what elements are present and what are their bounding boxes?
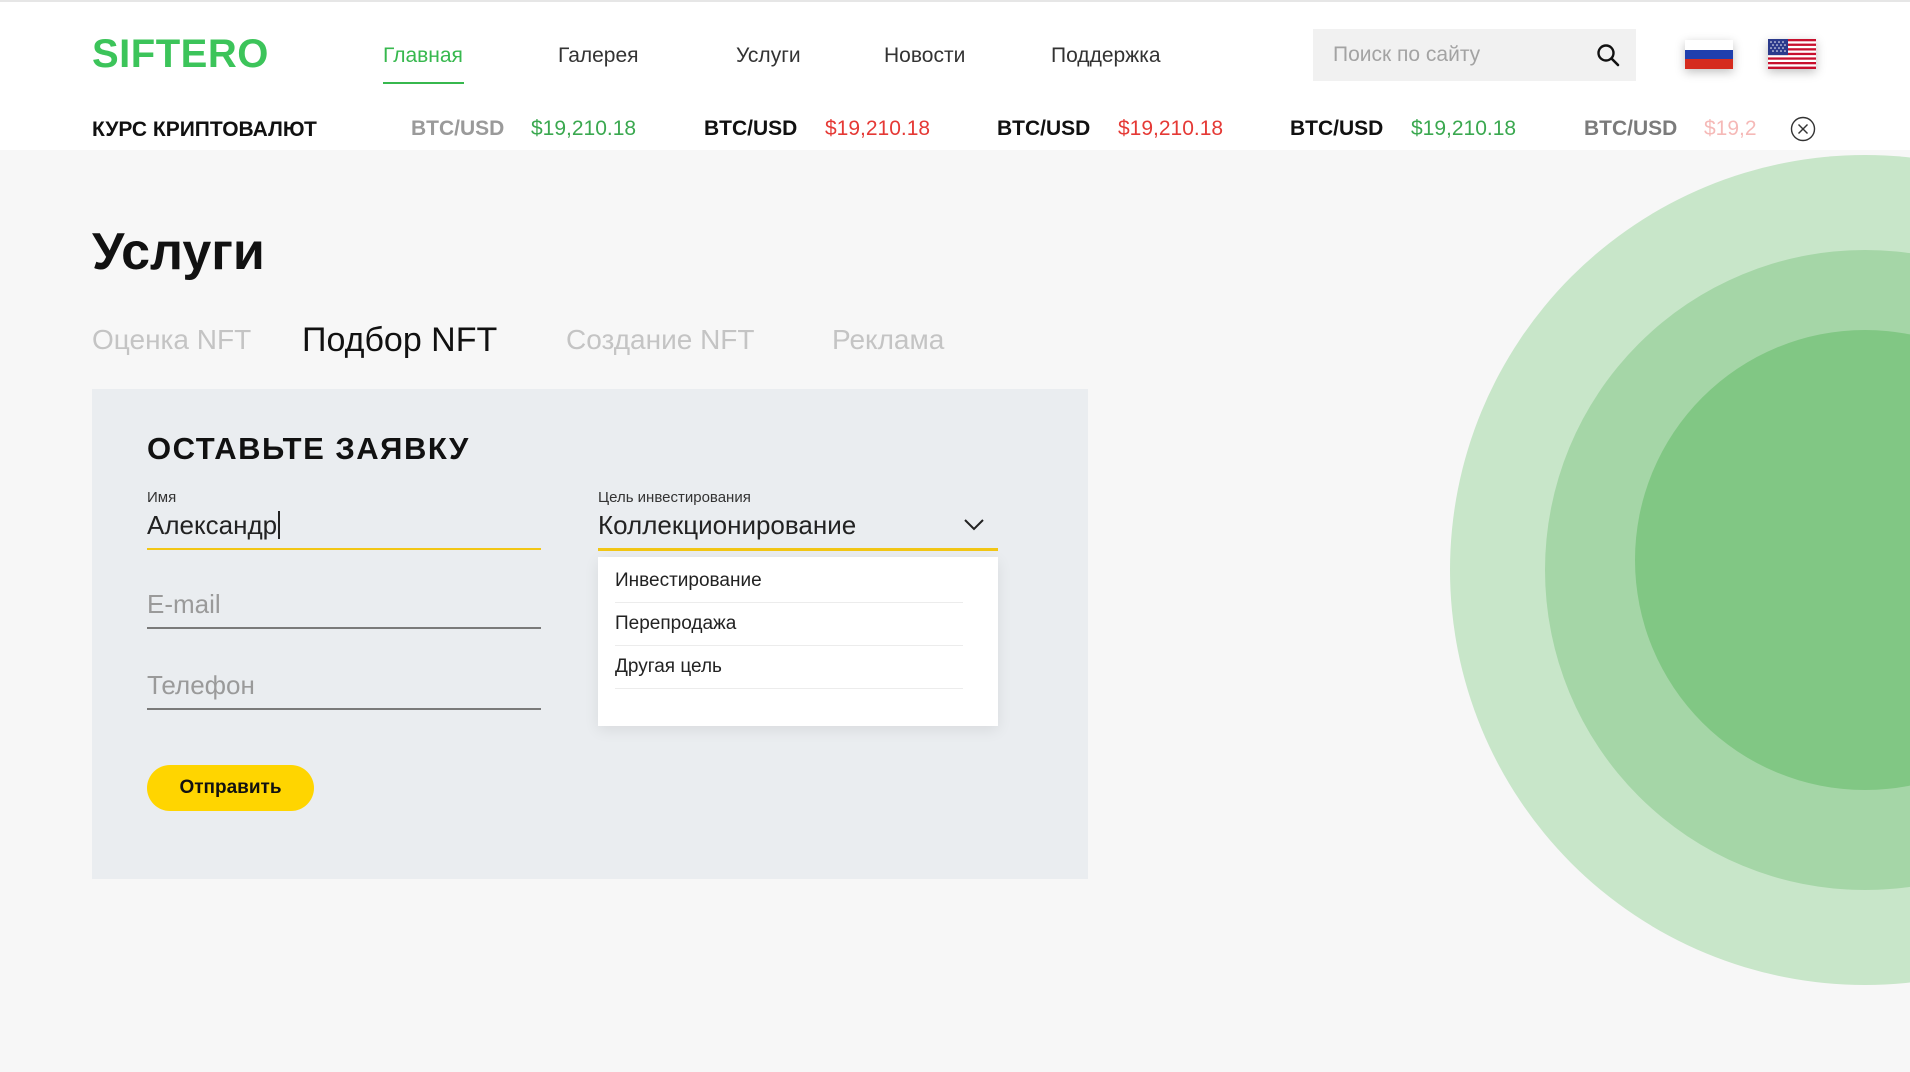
ticker-title: КУРС КРИПТОВАЛЮТ [92, 118, 317, 141]
search-input[interactable]: Поиск по сайту [1333, 43, 1480, 67]
goal-value-text: Коллекционирование [598, 510, 857, 540]
nav-item-news[interactable]: Новости [884, 44, 965, 68]
crypto-ticker: КУРС КРИПТОВАЛЮТ BTC/USD $19,210.18 BTC/… [0, 108, 1910, 150]
site-logo[interactable]: SIFTERO [92, 32, 269, 77]
name-input[interactable]: Александр [147, 510, 541, 544]
goal-dropdown-menu: Инвестирование Перепродажа Другая цель [598, 557, 998, 726]
name-field[interactable]: Имя Александр [147, 489, 541, 550]
ticker-value: $19,2 [1704, 117, 1757, 140]
ticker-pair: BTC/USD [704, 117, 798, 140]
nav-item-services[interactable]: Услуги [736, 44, 801, 68]
ticker-value: $19,210.18 [531, 117, 637, 140]
search-box[interactable]: Поиск по сайту [1313, 29, 1636, 81]
email-input[interactable]: E-mail [147, 589, 541, 623]
russian-flag-icon[interactable] [1685, 40, 1733, 69]
submit-button[interactable]: Отправить [147, 765, 314, 811]
tab-nft-creation[interactable]: Создание NFT [566, 324, 755, 356]
ticker-pair: BTC/USD [1584, 117, 1678, 140]
goal-label: Цель инвестирования [598, 489, 751, 506]
dropdown-option-resale[interactable]: Перепродажа [615, 603, 963, 646]
request-form: ОСТАВЬТЕ ЗАЯВКУ Имя Александр E-mail Тел… [92, 389, 1088, 879]
goal-selected-value[interactable]: Коллекционирование [598, 510, 998, 544]
nav-item-support[interactable]: Поддержка [1051, 44, 1161, 68]
close-icon[interactable] [1790, 116, 1816, 142]
phone-underline [147, 708, 541, 710]
page-title: Услуги [92, 223, 265, 281]
us-flag-icon[interactable] [1768, 39, 1816, 69]
ticker-pair: BTC/USD [997, 117, 1091, 140]
form-title: ОСТАВЬТЕ ЗАЯВКУ [147, 431, 470, 466]
ticker-pair: BTC/USD [1290, 117, 1384, 140]
dropdown-option-investment[interactable]: Инвестирование [615, 560, 963, 603]
email-underline [147, 627, 541, 629]
dropdown-option-other[interactable]: Другая цель [615, 646, 963, 689]
tab-advertising[interactable]: Реклама [832, 324, 944, 356]
name-underline [147, 548, 541, 550]
investment-goal-select[interactable]: Цель инвестирования Коллекционирование [598, 489, 998, 551]
goal-underline [598, 548, 998, 551]
ticker-value: $19,210.18 [1411, 117, 1517, 140]
chevron-down-icon[interactable] [964, 518, 984, 532]
ticker-value: $19,210.18 [1118, 117, 1224, 140]
nav-item-home[interactable]: Главная [383, 44, 463, 68]
site-header: SIFTERO Главная Галерея Услуги Новости П… [0, 0, 1910, 108]
phone-input[interactable]: Телефон [147, 670, 541, 704]
nav-item-gallery[interactable]: Галерея [558, 44, 639, 68]
name-value: Александр [147, 510, 278, 540]
ticker-value: $19,210.18 [825, 117, 931, 140]
nav-active-indicator [383, 82, 464, 84]
name-label: Имя [147, 489, 177, 506]
ticker-pair: BTC/USD [411, 117, 505, 140]
search-icon[interactable] [1596, 43, 1620, 67]
text-cursor [278, 511, 281, 539]
tab-nft-valuation[interactable]: Оценка NFT [92, 324, 251, 356]
email-field[interactable]: E-mail [147, 589, 541, 629]
phone-field[interactable]: Телефон [147, 670, 541, 710]
decorative-circles [1450, 155, 1910, 985]
tab-nft-selection[interactable]: Подбор NFT [302, 321, 497, 360]
